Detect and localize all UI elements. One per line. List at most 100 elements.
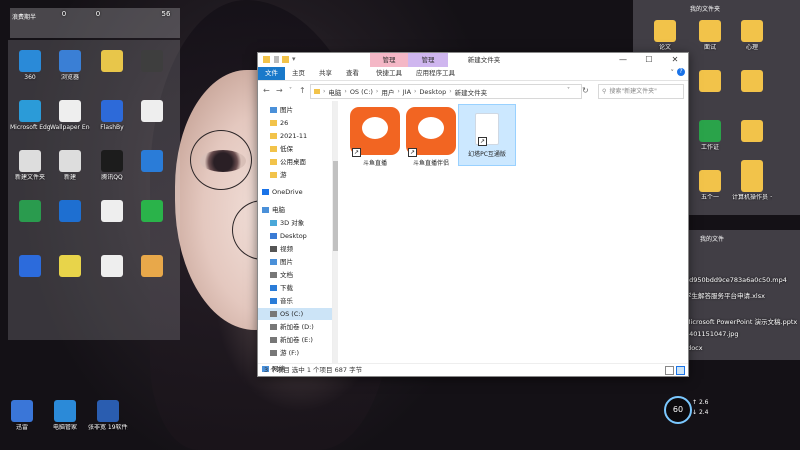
file-item[interactable]: ↗ 斗鱼直播伴侣 <box>403 105 459 167</box>
desktop-icon[interactable] <box>50 200 90 224</box>
up-arrow-icon[interactable]: ↑ <box>299 86 306 95</box>
desktop-icon[interactable] <box>132 200 172 224</box>
desktop-icon[interactable]: 迅雷 <box>2 400 42 431</box>
right-panel-item[interactable]: 面试 <box>690 20 730 51</box>
nav-item[interactable]: 游 <box>258 169 332 181</box>
right-panel-item[interactable] <box>732 70 772 94</box>
help-icon[interactable]: ? <box>677 68 685 76</box>
nav-item[interactable]: 新加卷 (E:) <box>258 334 332 346</box>
recent-dropdown-icon[interactable]: ˅ <box>289 87 292 94</box>
desktop-icon[interactable]: 张非宽 19软件技术204 <box>88 400 128 431</box>
desktop-icon[interactable] <box>132 50 172 74</box>
right-panel-item-label: 计算机操作员 +20201009... <box>732 194 772 201</box>
right-panel-item[interactable]: 工作证 <box>690 120 730 151</box>
desktop-icon[interactable]: FlashBy <box>92 100 132 131</box>
desktop-icon[interactable] <box>132 150 172 174</box>
desktop-icon[interactable]: Wallpaper Engine <box>50 100 90 131</box>
nav-item[interactable]: 2021-11 <box>258 130 332 142</box>
nav-item[interactable]: 新加卷 (D:) <box>258 321 332 333</box>
crumb-c[interactable]: OS (C:) <box>347 88 376 96</box>
details-view-icon[interactable] <box>665 366 674 375</box>
folder-icon <box>263 56 270 63</box>
desktop-icon[interactable] <box>92 255 132 279</box>
right-panel-item[interactable]: 计算机操作员 +20201009... <box>732 170 772 201</box>
minimize-button[interactable]: — <box>610 53 636 67</box>
right-panel-item[interactable]: 五个一 <box>690 170 730 201</box>
nav-item[interactable]: Desktop <box>258 230 332 242</box>
nav-item[interactable]: 游 (F:) <box>258 347 332 359</box>
widget-tile[interactable]: 0 <box>48 10 80 18</box>
nav-item[interactable]: 26 <box>258 117 332 129</box>
file-item[interactable]: ↗ 斗鱼直播 <box>347 105 403 167</box>
widget-tile[interactable]: 0 <box>82 10 114 18</box>
desktop-icon[interactable] <box>132 100 172 124</box>
recent-file-item[interactable]: Microsoft PowerPoint 演示文稿.pptx <box>685 316 797 326</box>
desktop-icon[interactable]: 新建文件夹 <box>10 150 50 181</box>
document-icon <box>741 120 763 142</box>
desktop-icon[interactable]: 浏览器 <box>50 50 90 81</box>
address-bar[interactable]: › 电脑 › OS (C:) › 用户 › JIA › Desktop › 新建… <box>310 84 582 99</box>
refresh-icon[interactable]: ↻ <box>582 86 589 95</box>
right-panel-item[interactable] <box>690 70 730 94</box>
desktop-icon[interactable] <box>10 255 50 279</box>
address-dropdown-icon[interactable]: ˅ <box>567 87 570 94</box>
recent-file-item[interactable]: 0401151047.jpg <box>685 330 738 338</box>
nav-item[interactable]: 音乐 <box>258 295 332 307</box>
pictures-icon <box>270 259 277 265</box>
close-button[interactable]: ✕ <box>662 53 688 67</box>
back-arrow-icon[interactable]: ← <box>263 86 270 95</box>
crumb-desktop[interactable]: Desktop <box>416 88 449 96</box>
qat-dropdown-icon[interactable]: ▾ <box>292 55 296 63</box>
right-panel-item[interactable]: 论文 <box>645 20 685 51</box>
desktop-icon[interactable]: 腾讯QQ <box>92 150 132 181</box>
crumb-users[interactable]: 用户 <box>378 87 397 97</box>
forward-arrow-icon[interactable]: → <box>276 86 283 95</box>
large-icons-view-icon[interactable] <box>676 366 685 375</box>
nav-item[interactable]: 文档 <box>258 269 332 281</box>
properties-icon[interactable] <box>274 56 279 63</box>
nav-item[interactable]: OS (C:) <box>258 308 332 320</box>
file-item[interactable]: ↗ 幻塔PC互通版 <box>458 104 516 166</box>
desktop-icon[interactable] <box>50 255 90 279</box>
performance-gauge[interactable]: 60 <box>664 396 692 424</box>
ribbon-expand-icon[interactable]: ˅ <box>671 69 675 77</box>
right-panel-item[interactable] <box>732 120 772 144</box>
nav-item[interactable]: 下载 <box>258 282 332 294</box>
desktop-icon[interactable]: 新建 <box>50 150 90 181</box>
search-input[interactable]: ⚲ 搜索"新建文件夹" <box>598 84 684 99</box>
ctx-tab-manage-1[interactable]: 管理 <box>370 53 408 67</box>
desktop-icon[interactable]: 360 <box>10 50 50 81</box>
desktop-icon[interactable] <box>10 200 50 224</box>
nav-item[interactable]: OneDrive <box>258 186 332 198</box>
crumb-jia[interactable]: JIA <box>400 88 414 96</box>
right-panel-item[interactable]: 心理 <box>732 20 772 51</box>
nav-item[interactable]: 公用桌面 <box>258 156 332 168</box>
crumb-pc[interactable]: 电脑 <box>325 87 344 97</box>
nav-item[interactable]: 图片 <box>258 104 332 116</box>
tab-share[interactable]: 共享 <box>312 67 339 80</box>
maximize-button[interactable]: ☐ <box>636 53 662 67</box>
drive-icon <box>270 324 277 330</box>
nav-item[interactable]: 视频 <box>258 243 332 255</box>
desktop-icon[interactable] <box>92 200 132 224</box>
tab-app-tools[interactable]: 应用程序工具 <box>409 67 462 80</box>
widget-tile[interactable]: 56 <box>150 10 182 18</box>
app-icon <box>19 150 41 172</box>
nav-item[interactable]: 低保 <box>258 143 332 155</box>
desktop-icon[interactable]: Microsoft Edge <box>10 100 50 131</box>
nav-item[interactable]: 图片 <box>258 256 332 268</box>
desktop-icon[interactable] <box>92 50 132 74</box>
desktop-icon[interactable]: 电脑管家 <box>45 400 85 431</box>
tab-view[interactable]: 查看 <box>339 67 366 80</box>
tab-home[interactable]: 主页 <box>285 67 312 80</box>
ctx-tab-manage-2[interactable]: 管理 <box>408 53 448 67</box>
tab-shortcut-tools[interactable]: 快捷工具 <box>366 67 409 80</box>
nav-item[interactable]: 3D 对象 <box>258 217 332 229</box>
desktop-icon[interactable] <box>132 255 172 279</box>
tab-file[interactable]: 文件 <box>258 67 285 80</box>
crumb-newfolder[interactable]: 新建文件夹 <box>452 87 491 97</box>
recent-file-item[interactable]: 0d950bdd9ce783a6a0c50.mp4 <box>685 276 787 284</box>
recent-file-item[interactable]: 学生解答服务平台申请.xlsx <box>685 290 765 300</box>
new-folder-icon[interactable] <box>282 56 289 63</box>
nav-item[interactable]: 电脑 <box>258 204 332 216</box>
